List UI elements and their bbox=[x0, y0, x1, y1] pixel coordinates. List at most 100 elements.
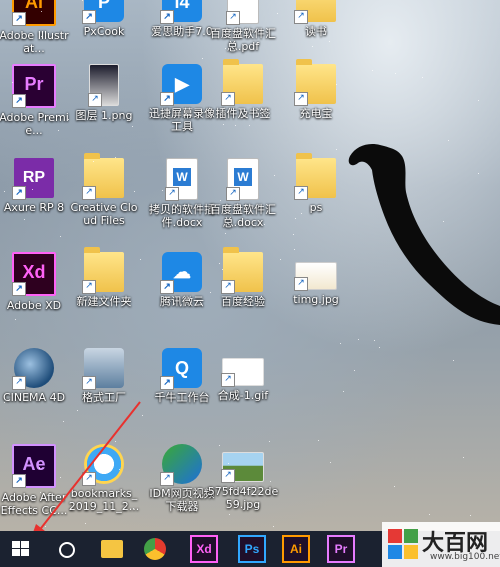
desktop-icon-label: Adobe XD bbox=[6, 299, 62, 312]
star-dot bbox=[235, 125, 237, 127]
desktop-icon-label: 百度盘软件汇总.docx bbox=[210, 203, 276, 229]
star-dot bbox=[85, 523, 87, 525]
star-dot bbox=[247, 27, 248, 29]
shortcut-arrow-icon: ↗ bbox=[160, 472, 174, 486]
shortcut-arrow-icon: ↗ bbox=[82, 10, 96, 24]
star-dot bbox=[44, 525, 46, 527]
desktop-icon[interactable]: ↗ 插件及书签 bbox=[207, 59, 279, 120]
desktop-icon-label: 百度盘软件汇总.pdf bbox=[210, 27, 276, 53]
desktop-icon[interactable]: ↗ 合成-1.gif bbox=[207, 348, 279, 402]
desktop-icon[interactable]: ↗ timg.jpg bbox=[280, 252, 352, 306]
brand-url: www.big100.net bbox=[430, 552, 500, 562]
desktop-icon[interactable]: ↗ 格式工厂 bbox=[68, 348, 140, 404]
creative-cloud-folder-icon: ↗ bbox=[82, 153, 124, 200]
shortcut-arrow-icon: ↗ bbox=[88, 93, 102, 107]
shortcut-arrow-icon: ↗ bbox=[160, 280, 174, 294]
star-dot bbox=[228, 463, 230, 465]
star-dot bbox=[175, 185, 177, 187]
illustrator-icon[interactable]: Ai bbox=[282, 535, 310, 563]
desktop-icon[interactable]: ↗ ps bbox=[280, 153, 352, 214]
adobe-xd-icon[interactable]: Xd bbox=[190, 535, 218, 563]
desktop-icon[interactable]: ↗ 充电宝 bbox=[280, 59, 352, 120]
star-dot bbox=[453, 359, 455, 361]
star-dot bbox=[442, 220, 444, 222]
qianniu-icon: Q ↗ bbox=[160, 348, 202, 390]
desktop-icon[interactable]: ↗ 百度经验 bbox=[207, 247, 279, 308]
shortcut-arrow-icon: ↗ bbox=[226, 187, 240, 201]
shortcut-arrow-icon: ↗ bbox=[12, 474, 26, 488]
desktop-icon-label: timg.jpg bbox=[293, 293, 339, 306]
star-dot bbox=[88, 26, 90, 28]
desktop-icon-label: 图层 1.png bbox=[75, 109, 133, 122]
image-file-icon: ↗ bbox=[88, 64, 119, 107]
shortcut-arrow-icon: ↗ bbox=[12, 12, 26, 26]
star-dot bbox=[84, 19, 86, 21]
desktop-icon-label: PxCook bbox=[83, 25, 125, 38]
pxcook-icon: P ↗ bbox=[82, 0, 124, 24]
desktop-icon[interactable]: W ↗ 百度盘软件汇总.docx bbox=[207, 158, 279, 229]
star-dot bbox=[60, 477, 62, 479]
star-dot bbox=[139, 259, 141, 261]
desktop-icon[interactable]: ↗ 新建文件夹 bbox=[68, 247, 140, 308]
star-dot bbox=[371, 69, 373, 71]
desktop-icon[interactable]: ↗ 575fd4f22de59.jpg bbox=[207, 444, 279, 511]
star-dot bbox=[293, 249, 295, 251]
shortcut-arrow-icon: ↗ bbox=[294, 186, 308, 200]
desktop-icon[interactable]: Pr ↗ Adobe Premie... bbox=[0, 64, 70, 137]
desktop-icon[interactable]: RP ↗ Axure RP 8 bbox=[0, 158, 70, 214]
star-dot bbox=[40, 11, 42, 13]
desktop-icon[interactable]: ↗ 百度盘软件汇总.pdf bbox=[207, 0, 279, 53]
folder-icon: ↗ bbox=[221, 59, 263, 106]
search-circle-icon[interactable] bbox=[59, 542, 75, 558]
star-dot bbox=[82, 0, 84, 2]
windows-start-icon[interactable] bbox=[12, 541, 30, 557]
desktop-icon-label: 读书 bbox=[305, 25, 327, 38]
star-dot bbox=[115, 157, 117, 159]
shortcut-arrow-icon: ↗ bbox=[160, 92, 174, 106]
shortcut-arrow-icon: ↗ bbox=[82, 186, 96, 200]
desktop-icon-label: 百度经验 bbox=[221, 295, 265, 308]
star-dot bbox=[225, 233, 227, 235]
desktop-icon[interactable]: Ae ↗ Adobe After Effects CC... bbox=[0, 444, 70, 517]
star-dot bbox=[264, 223, 266, 225]
premiere-icon[interactable]: Pr bbox=[327, 535, 355, 563]
shortcut-arrow-icon: ↗ bbox=[165, 187, 179, 201]
star-dot bbox=[142, 414, 144, 416]
shortcut-arrow-icon: ↗ bbox=[221, 469, 235, 483]
shortcut-arrow-icon: ↗ bbox=[12, 186, 26, 200]
desktop-icon[interactable]: ↗ CINEMA 4D bbox=[0, 348, 70, 404]
desktop-icon-label: 充电宝 bbox=[299, 107, 333, 120]
shortcut-arrow-icon: ↗ bbox=[226, 11, 240, 25]
image-file-icon: ↗ bbox=[294, 262, 337, 291]
shortcut-arrow-icon: ↗ bbox=[221, 280, 235, 294]
shortcut-arrow-icon: ↗ bbox=[294, 10, 308, 24]
star-dot bbox=[393, 485, 395, 487]
star-dot bbox=[280, 258, 282, 260]
desktop-icon[interactable]: ↗ 读书 bbox=[280, 0, 352, 38]
photoshop-icon[interactable]: Ps bbox=[238, 535, 266, 563]
star-dot bbox=[209, 292, 211, 294]
desktop-icon[interactable]: P ↗ PxCook bbox=[68, 0, 140, 38]
star-dot bbox=[23, 218, 25, 220]
brand-logo-icon bbox=[388, 529, 418, 559]
desktop-icon[interactable]: Ai ↗ Adobe Illustrat... bbox=[0, 0, 70, 55]
star-dot bbox=[32, 188, 34, 190]
star-dot bbox=[201, 57, 203, 59]
word-w-badge: W bbox=[234, 168, 252, 186]
star-dot bbox=[221, 268, 223, 270]
chrome-icon[interactable] bbox=[144, 538, 166, 560]
desktop-icon[interactable]: Xd ↗ Adobe XD bbox=[0, 252, 70, 312]
star-dot bbox=[301, 213, 303, 215]
star-dot bbox=[342, 391, 344, 393]
star-dot bbox=[335, 83, 337, 85]
desktop-icon[interactable]: ↗ Creative Cloud Files bbox=[68, 153, 140, 227]
star-dot bbox=[330, 461, 332, 463]
desktop-icon[interactable]: ↗ bookmarks_2019_11_2... bbox=[68, 444, 140, 513]
file-explorer-icon[interactable] bbox=[101, 540, 123, 558]
desktop-icon[interactable]: ↗ 图层 1.png bbox=[68, 64, 140, 122]
star-dot bbox=[277, 12, 279, 14]
folder-icon: ↗ bbox=[82, 247, 124, 294]
adobe-illustrator-icon: Ai ↗ bbox=[12, 0, 56, 26]
desktop-icon-label: 插件及书签 bbox=[215, 107, 271, 120]
idm-icon: ↗ bbox=[160, 444, 202, 486]
